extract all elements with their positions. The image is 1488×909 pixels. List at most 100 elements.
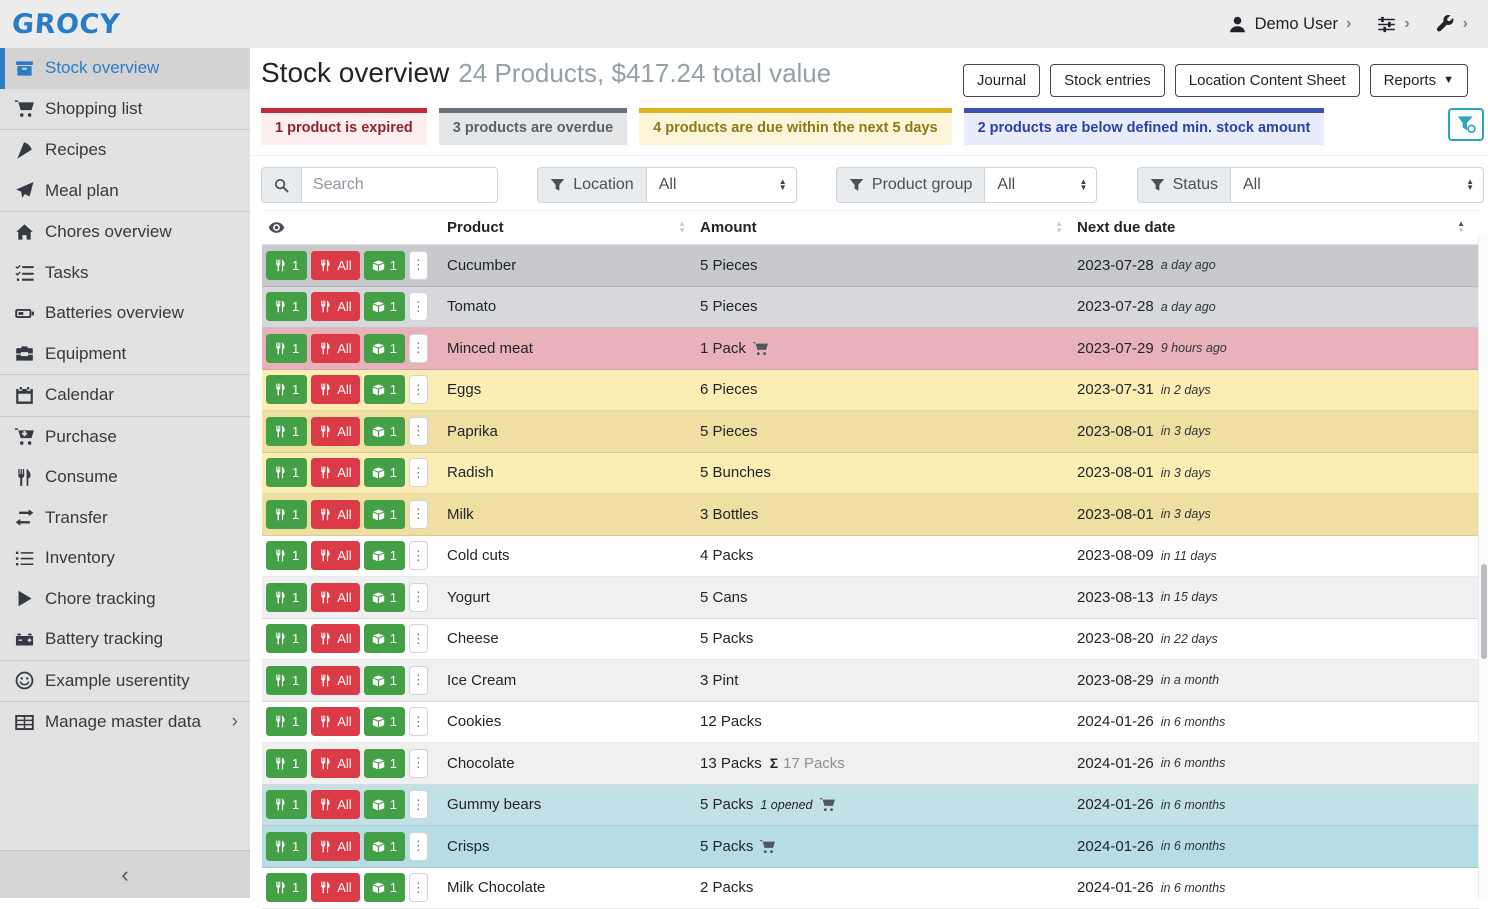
consume-one-button[interactable]: 1 xyxy=(266,624,307,653)
row-menu-button[interactable]: ⋮ xyxy=(409,541,428,570)
open-one-button[interactable]: 1 xyxy=(364,666,405,695)
sidebar-item-manage-master-data[interactable]: Manage master data› xyxy=(0,702,250,743)
consume-one-button[interactable]: 1 xyxy=(266,500,307,529)
consume-all-button[interactable]: All xyxy=(311,749,359,778)
sidebar-item-tasks[interactable]: Tasks xyxy=(0,253,250,294)
open-one-button[interactable]: 1 xyxy=(364,458,405,487)
column-header-amount[interactable]: Amount ▲▼ xyxy=(696,219,1073,236)
row-menu-button[interactable]: ⋮ xyxy=(409,583,428,612)
user-menu[interactable]: Demo User › xyxy=(1228,15,1352,34)
sidebar-collapse-button[interactable]: ‹ xyxy=(0,850,250,898)
filter-select-product-group[interactable]: All▲▼ xyxy=(985,167,1097,203)
sidebar-item-chores-overview[interactable]: Chores overview xyxy=(0,212,250,253)
open-one-button[interactable]: 1 xyxy=(364,500,405,529)
status-card-due[interactable]: 4 products are due within the next 5 day… xyxy=(639,108,951,145)
admin-menu[interactable]: › xyxy=(1436,15,1468,34)
consume-one-button[interactable]: 1 xyxy=(266,251,307,280)
consume-one-button[interactable]: 1 xyxy=(266,666,307,695)
open-one-button[interactable]: 1 xyxy=(364,790,405,819)
button-journal[interactable]: Journal xyxy=(963,64,1040,97)
consume-one-button[interactable]: 1 xyxy=(266,458,307,487)
consume-one-button[interactable]: 1 xyxy=(266,790,307,819)
sidebar-item-battery-tracking[interactable]: Battery tracking xyxy=(0,619,250,660)
sidebar-item-consume[interactable]: Consume xyxy=(0,457,250,498)
sidebar-item-transfer[interactable]: Transfer xyxy=(0,498,250,539)
open-one-button[interactable]: 1 xyxy=(364,749,405,778)
consume-all-button[interactable]: All xyxy=(311,417,359,446)
consume-one-button[interactable]: 1 xyxy=(266,292,307,321)
sidebar-item-stock-overview[interactable]: Stock overview xyxy=(0,48,250,89)
consume-all-button[interactable]: All xyxy=(311,251,359,280)
open-one-button[interactable]: 1 xyxy=(364,832,405,861)
sidebar-item-meal-plan[interactable]: Meal plan xyxy=(0,171,250,212)
open-one-button[interactable]: 1 xyxy=(364,334,405,363)
consume-all-button[interactable]: All xyxy=(311,334,359,363)
row-menu-button[interactable]: ⋮ xyxy=(409,500,428,529)
row-menu-button[interactable]: ⋮ xyxy=(409,707,428,736)
row-menu-button[interactable]: ⋮ xyxy=(409,458,428,487)
clear-filter-button[interactable] xyxy=(1448,108,1484,141)
sidebar-item-example-userentity[interactable]: Example userentity xyxy=(0,661,250,702)
sidebar-item-calendar[interactable]: Calendar xyxy=(0,375,250,416)
consume-one-button[interactable]: 1 xyxy=(266,541,307,570)
consume-all-button[interactable]: All xyxy=(311,790,359,819)
consume-all-button[interactable]: All xyxy=(311,707,359,736)
consume-one-button[interactable]: 1 xyxy=(266,417,307,446)
column-header-product[interactable]: Product ▲▼ xyxy=(443,219,696,236)
consume-all-button[interactable]: All xyxy=(311,375,359,404)
row-menu-button[interactable]: ⋮ xyxy=(409,790,428,819)
search-input[interactable] xyxy=(302,167,498,203)
row-menu-button[interactable]: ⋮ xyxy=(409,334,428,363)
open-one-button[interactable]: 1 xyxy=(364,292,405,321)
consume-all-button[interactable]: All xyxy=(311,292,359,321)
consume-one-button[interactable]: 1 xyxy=(266,707,307,736)
open-one-button[interactable]: 1 xyxy=(364,375,405,404)
row-menu-button[interactable]: ⋮ xyxy=(409,624,428,653)
row-menu-button[interactable]: ⋮ xyxy=(409,417,428,446)
eye-icon[interactable] xyxy=(268,219,285,236)
status-card-overdue[interactable]: 3 products are overdue xyxy=(439,108,627,145)
consume-all-button[interactable]: All xyxy=(311,541,359,570)
consume-all-button[interactable]: All xyxy=(311,458,359,487)
consume-one-button[interactable]: 1 xyxy=(266,749,307,778)
consume-one-button[interactable]: 1 xyxy=(266,583,307,612)
open-one-button[interactable]: 1 xyxy=(364,624,405,653)
row-menu-button[interactable]: ⋮ xyxy=(409,292,428,321)
button-stock-entries[interactable]: Stock entries xyxy=(1050,64,1165,97)
consume-all-button[interactable]: All xyxy=(311,832,359,861)
open-one-button[interactable]: 1 xyxy=(364,707,405,736)
sidebar-item-chore-tracking[interactable]: Chore tracking xyxy=(0,579,250,620)
sidebar-item-inventory[interactable]: Inventory xyxy=(0,538,250,579)
sidebar-item-purchase[interactable]: Purchase xyxy=(0,417,250,458)
consume-all-button[interactable]: All xyxy=(311,624,359,653)
row-menu-button[interactable]: ⋮ xyxy=(409,375,428,404)
sidebar-item-shopping-list[interactable]: Shopping list xyxy=(0,89,250,130)
filter-select-status[interactable]: All▲▼ xyxy=(1231,167,1484,203)
open-one-button[interactable]: 1 xyxy=(364,417,405,446)
consume-all-button[interactable]: All xyxy=(311,500,359,529)
sidebar-item-batteries-overview[interactable]: Batteries overview xyxy=(0,293,250,334)
scrollbar-thumb[interactable] xyxy=(1481,564,1487,659)
consume-all-button[interactable]: All xyxy=(311,583,359,612)
scrollbar-track[interactable] xyxy=(1478,234,1488,898)
status-card-expired[interactable]: 1 product is expired xyxy=(261,108,427,145)
row-menu-button[interactable]: ⋮ xyxy=(409,666,428,695)
consume-one-button[interactable]: 1 xyxy=(266,375,307,404)
open-one-button[interactable]: 1 xyxy=(364,541,405,570)
consume-one-button[interactable]: 1 xyxy=(266,334,307,363)
open-one-button[interactable]: 1 xyxy=(364,583,405,612)
button-reports[interactable]: Reports▼ xyxy=(1370,64,1468,97)
button-location-content-sheet[interactable]: Location Content Sheet xyxy=(1175,64,1360,97)
row-menu-button[interactable]: ⋮ xyxy=(409,251,428,280)
consume-one-button[interactable]: 1 xyxy=(266,832,307,861)
settings-menu[interactable]: › xyxy=(1377,15,1409,34)
consume-all-button[interactable]: All xyxy=(311,666,359,695)
column-header-next-due-date[interactable]: Next due date ▲▼ xyxy=(1073,219,1479,236)
row-menu-button[interactable]: ⋮ xyxy=(409,832,428,861)
row-menu-button[interactable]: ⋮ xyxy=(409,749,428,778)
filter-select-location[interactable]: All▲▼ xyxy=(647,167,797,203)
sidebar-item-equipment[interactable]: Equipment xyxy=(0,334,250,375)
app-logo[interactable]: GROCY xyxy=(11,9,121,40)
status-card-belowmin[interactable]: 2 products are below defined min. stock … xyxy=(964,108,1325,145)
open-one-button[interactable]: 1 xyxy=(364,251,405,280)
